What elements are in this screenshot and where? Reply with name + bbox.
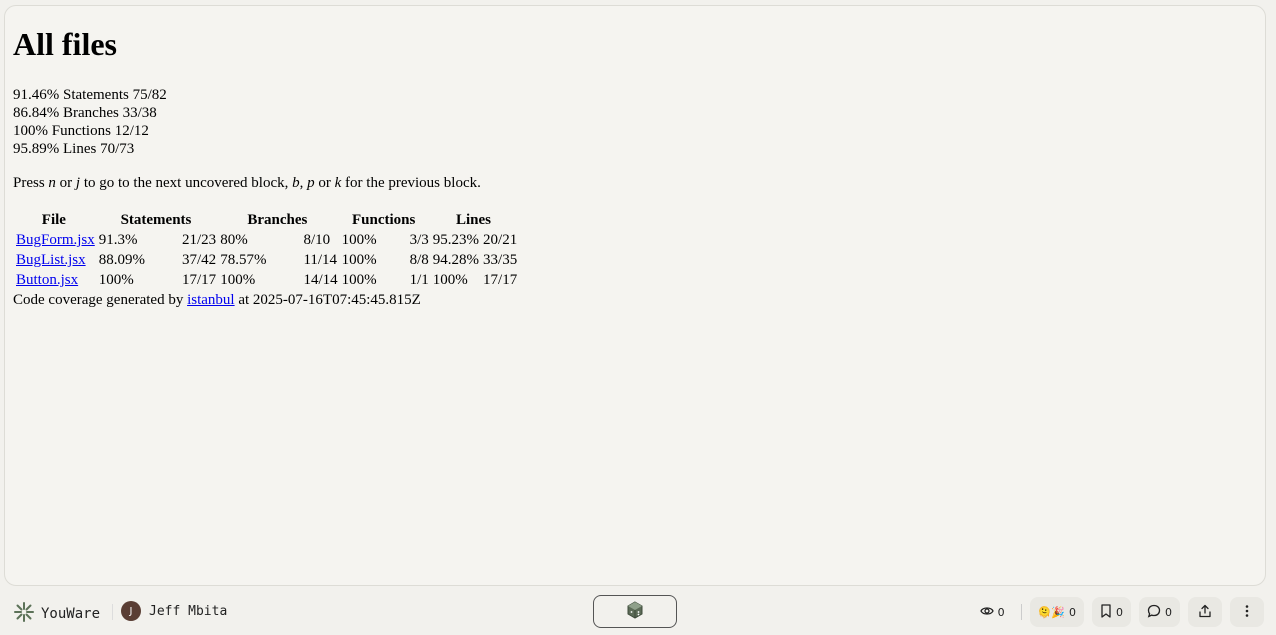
summary-statements: 91.46% Statements 75/82 xyxy=(13,87,167,103)
cube-icon xyxy=(626,600,644,623)
avatar: J xyxy=(121,601,141,621)
divider xyxy=(1020,604,1022,620)
header-functions[interactable]: Functions xyxy=(341,211,430,229)
report-footer: Code coverage generated by istanbul at 2… xyxy=(13,292,421,308)
lines-pct: 94.28% xyxy=(432,252,480,268)
lines-frac: 17/17 xyxy=(483,272,518,288)
more-options-button[interactable] xyxy=(1230,597,1264,627)
summary-functions: 100% Functions 12/12 xyxy=(13,123,149,139)
eye-icon xyxy=(979,604,994,621)
share-icon xyxy=(1198,604,1212,621)
statements-frac: 37/42 xyxy=(182,252,217,268)
file-link[interactable]: Button.jsx xyxy=(16,272,78,288)
branches-pct: 80% xyxy=(220,232,248,248)
engagement-stats: 0 🫠🎉 0 0 0 xyxy=(972,597,1264,627)
author[interactable]: J Jeff Mbita xyxy=(121,601,227,621)
bookmark-button[interactable]: 0 xyxy=(1092,597,1131,627)
statements-frac: 17/17 xyxy=(182,272,217,288)
summary-branches: 86.84% Branches 33/38 xyxy=(13,105,157,121)
istanbul-link[interactable]: istanbul xyxy=(187,292,235,308)
comment-icon xyxy=(1147,604,1161,621)
branches-frac: 8/10 xyxy=(303,232,331,248)
header-branches[interactable]: Branches xyxy=(219,211,338,229)
statements-pct: 88.09% xyxy=(98,252,146,268)
statements-pct: 91.3% xyxy=(98,232,138,248)
functions-frac: 3/3 xyxy=(409,232,429,248)
table-row: Button.jsx 100% 17/17 100% 14/14 100% 1/… xyxy=(15,271,518,289)
file-link[interactable]: BugForm.jsx xyxy=(16,232,95,248)
author-name: Jeff Mbita xyxy=(149,603,228,619)
lines-pct: 100% xyxy=(432,272,468,288)
header-statements[interactable]: Statements xyxy=(98,211,217,229)
reaction-emojis: 🫠🎉 xyxy=(1037,605,1065,619)
functions-pct: 100% xyxy=(341,252,377,268)
statements-pct: 100% xyxy=(98,272,134,288)
functions-frac: 1/1 xyxy=(409,272,429,288)
functions-pct: 100% xyxy=(341,232,377,248)
branches-frac: 11/14 xyxy=(303,252,338,268)
comment-button[interactable]: 0 xyxy=(1139,597,1180,627)
lines-frac: 33/35 xyxy=(483,252,518,268)
branches-pct: 78.57% xyxy=(220,252,267,268)
share-button[interactable] xyxy=(1188,597,1222,627)
preview-frame: All files 91.46% Statements 75/82 86.84%… xyxy=(4,5,1266,586)
reactions-button[interactable]: 🫠🎉 0 xyxy=(1029,597,1084,627)
youware-logo-icon xyxy=(13,601,35,627)
table-row: BugList.jsx 88.09% 37/42 78.57% 11/14 10… xyxy=(15,251,518,269)
bookmark-icon xyxy=(1100,603,1112,621)
divider xyxy=(112,604,113,620)
more-vertical-icon xyxy=(1245,604,1249,621)
header-file[interactable]: File xyxy=(15,211,96,229)
header-lines[interactable]: Lines xyxy=(432,211,518,229)
remix-button[interactable] xyxy=(593,595,677,628)
lines-frac: 20/21 xyxy=(483,232,518,248)
keyboard-hint: Press n or j to go to the next uncovered… xyxy=(13,175,481,191)
summary-lines: 95.89% Lines 70/73 xyxy=(13,141,135,157)
coverage-report: All files 91.46% Statements 75/82 86.84%… xyxy=(13,26,520,309)
functions-pct: 100% xyxy=(341,272,377,288)
branches-frac: 14/14 xyxy=(303,272,338,288)
branches-pct: 100% xyxy=(220,272,256,288)
table-row: BugForm.jsx 91.3% 21/23 80% 8/10 100% 3/… xyxy=(15,231,518,249)
file-link[interactable]: BugList.jsx xyxy=(16,252,86,268)
table-header-row: File Statements Branches Functions Lines xyxy=(15,211,518,229)
coverage-summary: 91.46% Statements 75/82 86.84% Branches … xyxy=(13,86,520,158)
lines-pct: 95.23% xyxy=(432,232,480,248)
coverage-table: File Statements Branches Functions Lines… xyxy=(13,209,520,291)
functions-frac: 8/8 xyxy=(409,252,429,268)
views-count: 0 xyxy=(972,597,1013,627)
page-title: All files xyxy=(13,26,117,62)
bottom-bar: YouWare J Jeff Mbita 0 🫠🎉 0 0 0 xyxy=(0,588,1276,635)
youware-brand[interactable]: YouWare xyxy=(13,601,100,627)
statements-frac: 21/23 xyxy=(182,232,217,248)
brand-name: YouWare xyxy=(41,606,101,622)
